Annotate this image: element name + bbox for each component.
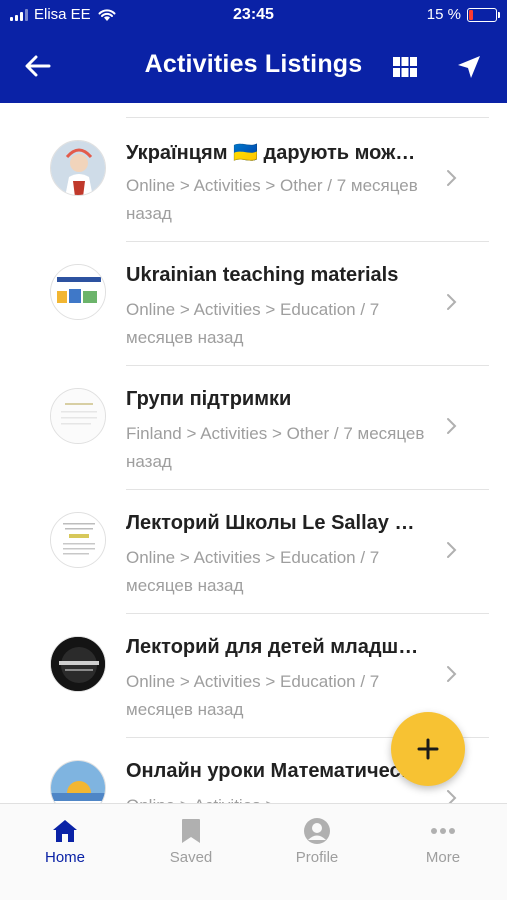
grid-view-button[interactable] (388, 50, 422, 84)
listing-title: Онлайн уроки Математического кр... (126, 760, 426, 782)
profile-icon (304, 818, 330, 844)
listing-meta: Online > Activities > (126, 792, 426, 803)
tab-profile[interactable]: Profile (254, 804, 380, 900)
listing-thumbnail (50, 388, 106, 444)
listing-title: Групи підтримки (126, 388, 292, 410)
tab-label: Saved (169, 849, 213, 866)
listing-title: Лекторий для детей младшего, ср... (126, 636, 426, 658)
list-item[interactable]: Групи підтримки Finland > Activities > O… (0, 366, 507, 490)
listing-title: Лекторий Школы Le Sallay Диалог (126, 512, 426, 534)
listing-title: Ukrainian teaching materials (126, 264, 399, 286)
status-bar: Elisa EE 23:45 15 % (0, 0, 507, 30)
listing-thumbnail (50, 760, 106, 803)
chevron-right-icon (447, 542, 457, 558)
add-listing-button[interactable] (391, 712, 465, 786)
app-header: Elisa EE 23:45 15 % Activities Listings (0, 0, 507, 103)
tab-more[interactable]: More (380, 804, 506, 900)
listing-meta: Finland > Activities > Other / 7 месяцев… (126, 424, 425, 471)
listings-list: Українцям 🇺🇦 дарують можливіст... Online… (0, 103, 507, 803)
tab-label: More (425, 849, 461, 866)
grid-view-icon (393, 57, 417, 77)
chevron-right-icon (447, 418, 457, 434)
chevron-right-icon (447, 294, 457, 310)
list-item[interactable]: Ukrainian teaching materials Online > Ac… (0, 242, 507, 366)
more-dots-icon (431, 828, 455, 834)
tab-saved[interactable]: Saved (128, 804, 254, 900)
list-item[interactable]: Лекторий Школы Le Sallay Диалог Online >… (0, 490, 507, 614)
tab-label: Home (44, 849, 85, 866)
listing-meta: Online > Activities > Other / 7 месяцев … (126, 176, 418, 223)
listing-thumbnail (50, 140, 106, 196)
bottom-tab-bar: Home Saved Profile More (0, 803, 507, 900)
navigation-button[interactable] (452, 50, 486, 84)
listing-thumbnail (50, 636, 106, 692)
list-item[interactable]: Українцям 🇺🇦 дарують можливіст... Online… (0, 118, 507, 242)
navigation-icon (458, 56, 480, 78)
listing-meta: Online > Activities > Education / 7 меся… (126, 300, 380, 347)
battery-icon (467, 7, 500, 22)
listing-thumbnail (50, 264, 106, 320)
tab-label: Profile (295, 849, 339, 866)
battery-percent: 15 % (426, 6, 461, 23)
tab-home[interactable]: Home (2, 804, 128, 900)
listing-meta: Online > Activities > Education / 7 меся… (126, 672, 380, 719)
chevron-right-icon (447, 666, 457, 682)
page-title: Activities Listings (144, 50, 363, 78)
listing-thumbnail (50, 512, 106, 568)
plus-icon (417, 738, 439, 760)
home-icon (53, 820, 77, 842)
chevron-right-icon (447, 790, 457, 803)
listing-meta: Online > Activities > Education / 7 меся… (126, 548, 380, 595)
listing-title: Українцям 🇺🇦 дарують можливіст... (126, 142, 426, 164)
bookmark-icon (182, 819, 200, 843)
chevron-right-icon (447, 170, 457, 186)
